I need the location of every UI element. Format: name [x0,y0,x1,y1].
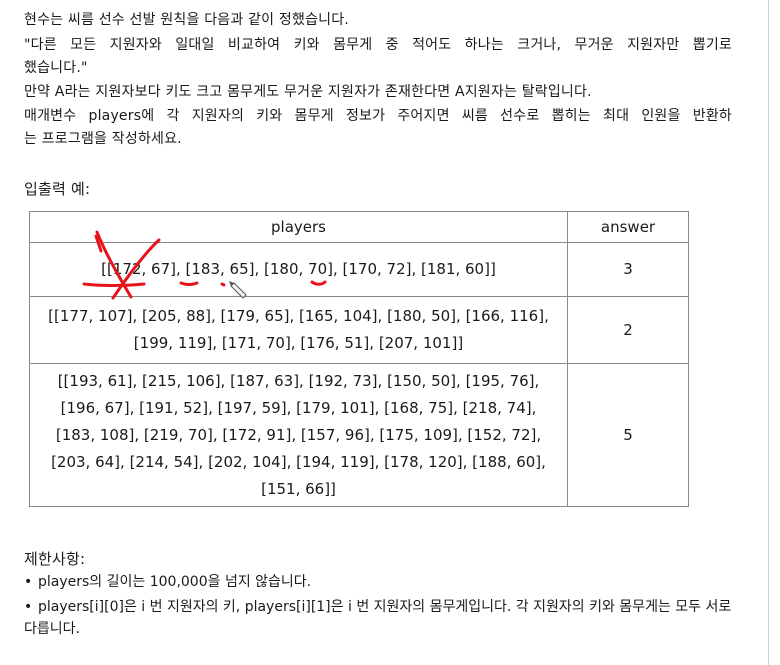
answer-column-header: answer [567,211,689,243]
examples-heading: 입출력 예: [24,180,91,198]
intro-line-2: "다른 모든 지원자와 일대일 비교하여 키와 몸무게 중 적어도 하나는 크거… [24,37,732,53]
intro-line-4: 만약 A라는 지원자보다 키도 크고 몸무게도 무거운 지원자가 존재한다면 A… [24,84,592,100]
intro-line-5: 매개변수 players에 각 지원자의 키와 몸무게 정보가 주어지면 씨름 … [24,108,732,124]
players-cell: [[193, 61], [215, 106], [187, 63], [192,… [29,363,568,507]
bullet-icon: • [24,599,33,615]
problem-document: 현수는 씨름 선수 선발 원칙을 다음과 같이 정했습니다. "다른 모든 지원… [0,0,780,665]
page-edge-divider [768,0,769,665]
intro-line-1: 현수는 씨름 선수 선발 원칙을 다음과 같이 정했습니다. [24,12,349,28]
intro-line-3: 했습니다." [24,60,88,76]
examples-table: players answer [[172, 67], [183, 65], [1… [29,211,689,507]
constraint-text: players의 길이는 100,000을 넘지 않습니다. [38,574,312,590]
players-cell: [[172, 67], [183, 65], [180, 70], [170, … [29,242,568,297]
answer-cell: 2 [567,296,689,364]
table-row: [[172, 67], [183, 65], [180, 70], [170, … [29,242,689,297]
table-row: [[193, 61], [215, 106], [187, 63], [192,… [29,363,689,507]
constraints-heading: 제한사항: [24,550,86,568]
table-header-row: players answer [29,211,689,243]
table-row: [[177, 107], [205, 88], [179, 65], [165,… [29,296,689,364]
players-cell: [[177, 107], [205, 88], [179, 65], [165,… [29,296,568,364]
answer-cell: 5 [567,363,689,507]
constraint-item: • players의 길이는 100,000을 넘지 않습니다. [24,571,736,593]
bullet-icon: • [24,574,33,590]
players-column-header: players [29,211,568,243]
answer-cell: 3 [567,242,689,297]
intro-line-6: 는 프로그램을 작성하세요. [24,131,182,147]
constraint-text: players[i][0]은 i 번 지원자의 키, players[i][1]… [24,599,732,637]
constraint-item: • players[i][0]은 i 번 지원자의 키, players[i][1… [24,596,736,640]
